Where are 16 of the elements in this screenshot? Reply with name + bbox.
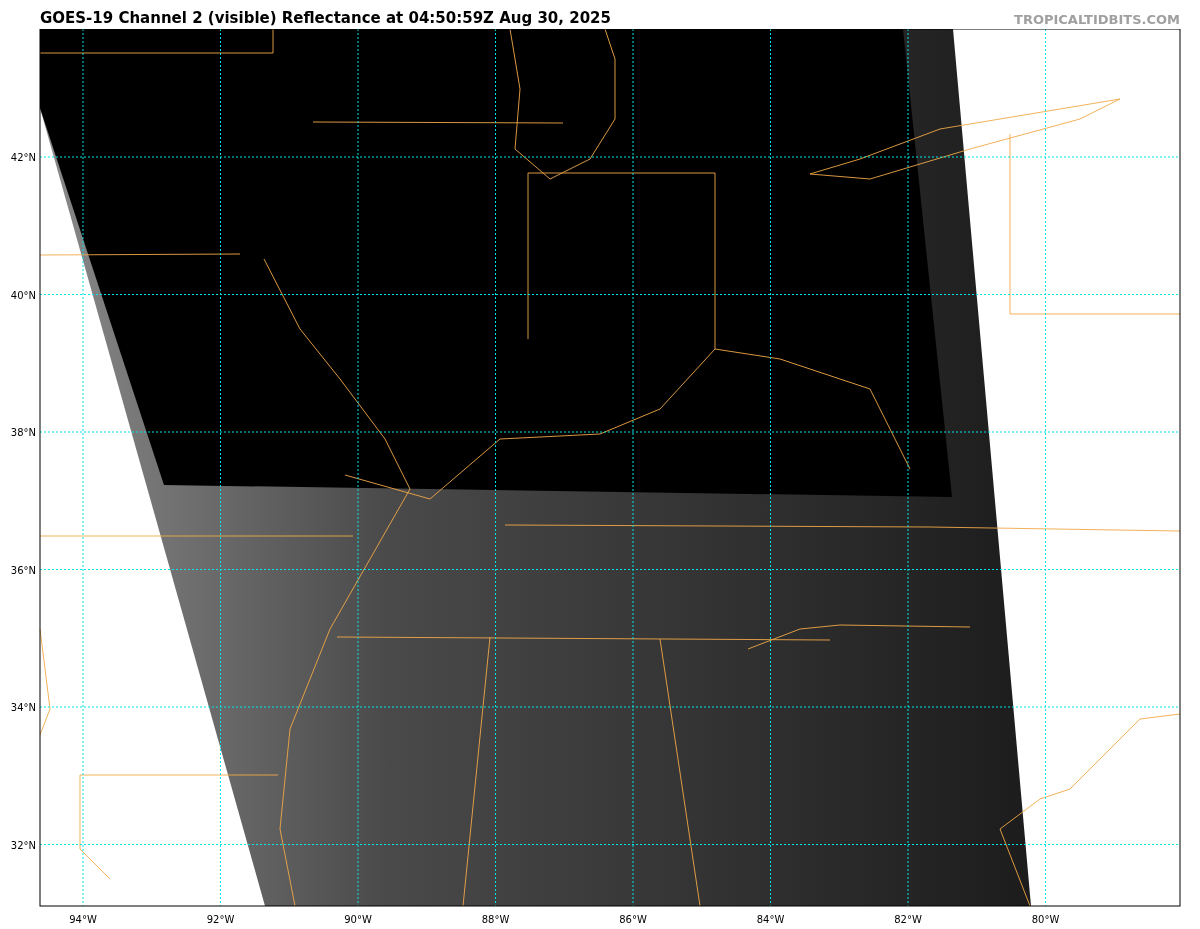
latitude-label: 42°N (10, 152, 36, 163)
latitude-label: 32°N (10, 839, 36, 851)
site-credit: TROPICALTIDBITS.COM (1014, 12, 1180, 29)
longitude-label: 82°W (894, 914, 922, 925)
longitude-label: 84°W (756, 914, 785, 925)
longitude-label: 94°W (69, 914, 97, 925)
latitude-label: 36°N (10, 564, 36, 576)
chart-title: GOES-19 Channel 2 (visible) Reflectance at 04:50:59Z Aug 30, 2025 (40, 9, 611, 29)
longitude-label: 90°W (344, 914, 372, 925)
longitude-label: 80°W (1031, 914, 1060, 925)
latitude-label: 38°N (10, 427, 36, 438)
longitude-label: 86°W (619, 914, 647, 925)
latitude-label: 34°N (10, 702, 36, 713)
longitude-label: 92°W (206, 914, 235, 925)
longitude-label: 88°W (481, 914, 510, 925)
latitude-label: 40°N (10, 289, 36, 301)
